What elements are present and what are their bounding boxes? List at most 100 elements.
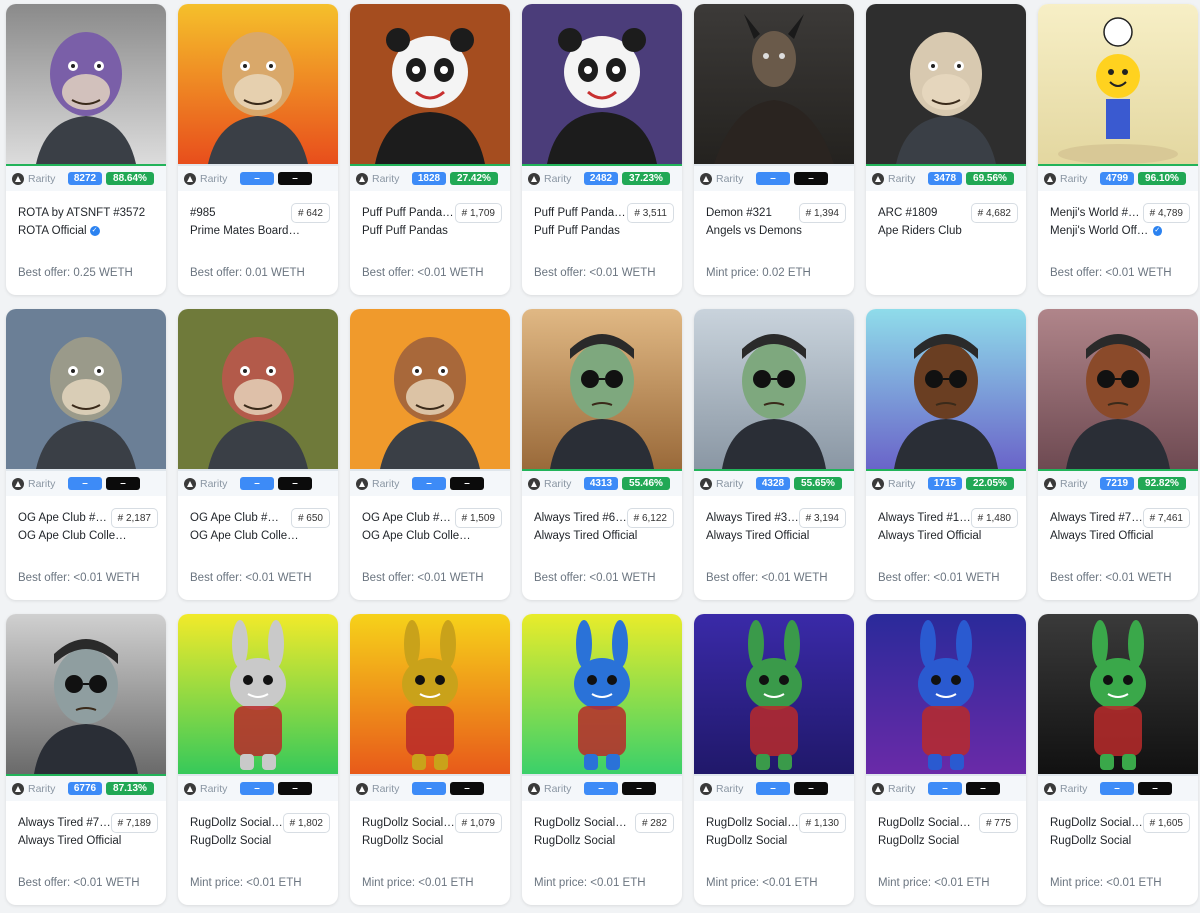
nft-card[interactable]: Rarity––RugDollz Social #282RugDollz Soc… bbox=[522, 614, 682, 905]
collection-name[interactable]: Always Tired Official bbox=[534, 530, 637, 542]
nft-image[interactable] bbox=[694, 4, 854, 164]
collection-label[interactable]: Menji's World Official bbox=[1050, 225, 1150, 237]
collection-label[interactable]: Always Tired Official bbox=[706, 530, 809, 542]
nft-title[interactable]: OG Ape Club #650 bbox=[190, 512, 285, 524]
nft-title[interactable]: Always Tired #3194 bbox=[706, 512, 801, 524]
nft-title[interactable]: Puff Puff Pandas #1709 bbox=[362, 207, 457, 219]
nft-card[interactable]: Rarity––#985Prime Mates Board Club# 642B… bbox=[178, 4, 338, 295]
nft-card[interactable]: Rarity – – OG Ape Club #2187 OG Ape Club Col… bbox=[6, 309, 166, 600]
nft-image[interactable] bbox=[350, 4, 510, 164]
nft-image[interactable] bbox=[694, 309, 854, 469]
nft-title[interactable]: Always Tired #1480 bbox=[878, 512, 973, 524]
nft-card[interactable]: Rarity 4328 55.65% Always Tired #3194 Always… bbox=[694, 309, 854, 600]
nft-card[interactable]: Rarity 4313 55.46% Always Tired #6122 Always… bbox=[522, 309, 682, 600]
collection-label[interactable]: Always Tired Official bbox=[534, 530, 637, 542]
nft-title[interactable]: Puff Puff Pandas #3511 bbox=[534, 207, 629, 219]
collection-name[interactable]: Always Tired Official bbox=[878, 530, 981, 542]
nft-title[interactable]: OG Ape Club #1509 bbox=[362, 512, 457, 524]
nft-card[interactable]: Rarity 3478 69.56% ARC #1809 Ape Riders Club… bbox=[866, 4, 1026, 295]
nft-card[interactable]: Rarity 1715 22.05% Always Tired #1480 Always… bbox=[866, 309, 1026, 600]
collection-label[interactable]: Puff Puff Pandas bbox=[362, 225, 448, 237]
nft-image[interactable] bbox=[866, 4, 1026, 164]
collection-name[interactable]: OG Ape Club Collection bbox=[362, 530, 474, 542]
nft-title[interactable]: Always Tired #7189 bbox=[18, 817, 113, 829]
collection-name[interactable]: Always Tired Official bbox=[706, 530, 809, 542]
collection-name[interactable]: Puff Puff Pandas bbox=[362, 225, 448, 237]
collection-label[interactable]: Ape Riders Club bbox=[878, 225, 962, 237]
nft-title[interactable]: RugDollz Social #1130 bbox=[706, 817, 801, 829]
collection-name[interactable]: OG Ape Club Collection bbox=[190, 530, 302, 542]
collection-label[interactable]: RugDollz Social bbox=[362, 835, 443, 847]
collection-name[interactable]: RugDollz Social bbox=[1050, 835, 1131, 847]
collection-name[interactable]: RugDollz Social bbox=[362, 835, 443, 847]
nft-card[interactable]: Rarity – – Demon #321 Angels vs Demons # 1,39… bbox=[694, 4, 854, 295]
nft-title[interactable]: RugDollz Social #282 bbox=[534, 817, 629, 829]
nft-image[interactable] bbox=[522, 309, 682, 469]
nft-card[interactable]: Rarity 6776 87.13% Always Tired #7189 Always… bbox=[6, 614, 166, 905]
nft-image[interactable] bbox=[350, 614, 510, 774]
collection-label[interactable]: Always Tired Official bbox=[1050, 530, 1153, 542]
nft-title[interactable]: RugDollz Social #1079 bbox=[362, 817, 457, 829]
nft-title[interactable]: OG Ape Club #2187 bbox=[18, 512, 113, 524]
nft-card[interactable]: Rarity 8272 88.64% ROTA by ATSNFT #3572 ROTA… bbox=[6, 4, 166, 295]
collection-label[interactable]: ROTA Official bbox=[18, 225, 87, 237]
nft-image[interactable] bbox=[866, 309, 1026, 469]
collection-label[interactable]: Prime Mates Board Club bbox=[190, 225, 302, 237]
collection-name[interactable]: Ape Riders Club bbox=[878, 225, 962, 237]
collection-label[interactable]: RugDollz Social bbox=[1050, 835, 1131, 847]
collection-label[interactable]: Always Tired Official bbox=[18, 835, 121, 847]
collection-label[interactable]: Always Tired Official bbox=[878, 530, 981, 542]
collection-name[interactable]: Puff Puff Pandas bbox=[534, 225, 620, 237]
nft-image[interactable] bbox=[6, 4, 166, 164]
collection-name[interactable]: Angels vs Demons bbox=[706, 225, 802, 237]
nft-title[interactable]: RugDollz Social #775 bbox=[878, 817, 973, 829]
nft-image[interactable] bbox=[1038, 309, 1198, 469]
collection-label[interactable]: Angels vs Demons bbox=[706, 225, 802, 237]
nft-card[interactable]: Rarity – – OG Ape Club #650 OG Ape Club Coll… bbox=[178, 309, 338, 600]
nft-title[interactable]: Always Tired #7461 bbox=[1050, 512, 1145, 524]
collection-name[interactable]: ROTA Official ✓ bbox=[18, 225, 100, 237]
collection-name[interactable]: Always Tired Official bbox=[18, 835, 121, 847]
nft-card[interactable]: Rarity––RugDollz Social #1605RugDollz So… bbox=[1038, 614, 1198, 905]
nft-card[interactable]: Rarity 7219 92.82% Always Tired #7461 Always… bbox=[1038, 309, 1198, 600]
collection-label[interactable]: RugDollz Social bbox=[706, 835, 787, 847]
nft-card[interactable]: Rarity 2482 37.23% Puff Puff Pandas #3511 Pu… bbox=[522, 4, 682, 295]
nft-card[interactable]: Rarity––RugDollz Social #775RugDollz Soc… bbox=[866, 614, 1026, 905]
nft-image[interactable] bbox=[1038, 614, 1198, 774]
collection-name[interactable]: Menji's World Official ✓ bbox=[1050, 225, 1162, 237]
nft-title[interactable]: RugDollz Social #1802 bbox=[190, 817, 285, 829]
nft-image[interactable] bbox=[178, 309, 338, 469]
nft-image[interactable] bbox=[6, 614, 166, 774]
collection-label[interactable]: RugDollz Social bbox=[534, 835, 615, 847]
nft-title[interactable]: Always Tired #6122 bbox=[534, 512, 629, 524]
collection-name[interactable]: RugDollz Social bbox=[190, 835, 271, 847]
collection-name[interactable]: RugDollz Social bbox=[706, 835, 787, 847]
nft-image[interactable] bbox=[178, 614, 338, 774]
collection-label[interactable]: RugDollz Social bbox=[878, 835, 959, 847]
nft-title[interactable]: Menji's World #4789 bbox=[1050, 207, 1145, 219]
collection-name[interactable]: RugDollz Social bbox=[534, 835, 615, 847]
collection-name[interactable]: RugDollz Social bbox=[878, 835, 959, 847]
nft-image[interactable] bbox=[522, 614, 682, 774]
nft-title[interactable]: ROTA by ATSNFT #3572 bbox=[18, 207, 145, 219]
collection-label[interactable]: OG Ape Club Collection bbox=[362, 530, 474, 542]
nft-title[interactable]: Demon #321 bbox=[706, 207, 772, 219]
nft-card[interactable]: Rarity 4799 96.10% Menji's World #4789 Menji… bbox=[1038, 4, 1198, 295]
nft-image[interactable] bbox=[6, 309, 166, 469]
collection-name[interactable]: OG Ape Club Collection bbox=[18, 530, 130, 542]
nft-title[interactable]: #985 bbox=[190, 207, 216, 219]
nft-image[interactable] bbox=[522, 4, 682, 164]
collection-name[interactable]: Prime Mates Board Club bbox=[190, 225, 302, 237]
nft-image[interactable] bbox=[350, 309, 510, 469]
collection-label[interactable]: OG Ape Club Collection bbox=[190, 530, 302, 542]
nft-image[interactable] bbox=[866, 614, 1026, 774]
nft-title[interactable]: ARC #1809 bbox=[878, 207, 937, 219]
nft-image[interactable] bbox=[694, 614, 854, 774]
collection-label[interactable]: RugDollz Social bbox=[190, 835, 271, 847]
nft-image[interactable] bbox=[1038, 4, 1198, 164]
collection-name[interactable]: Always Tired Official bbox=[1050, 530, 1153, 542]
nft-card[interactable]: Rarity – – OG Ape Club #1509 OG Ape Club Col… bbox=[350, 309, 510, 600]
nft-card[interactable]: Rarity––RugDollz Social #1130RugDollz So… bbox=[694, 614, 854, 905]
nft-card[interactable]: Rarity 1828 27.42% Puff Puff Pandas #1709 Pu… bbox=[350, 4, 510, 295]
collection-label[interactable]: OG Ape Club Collection bbox=[18, 530, 130, 542]
